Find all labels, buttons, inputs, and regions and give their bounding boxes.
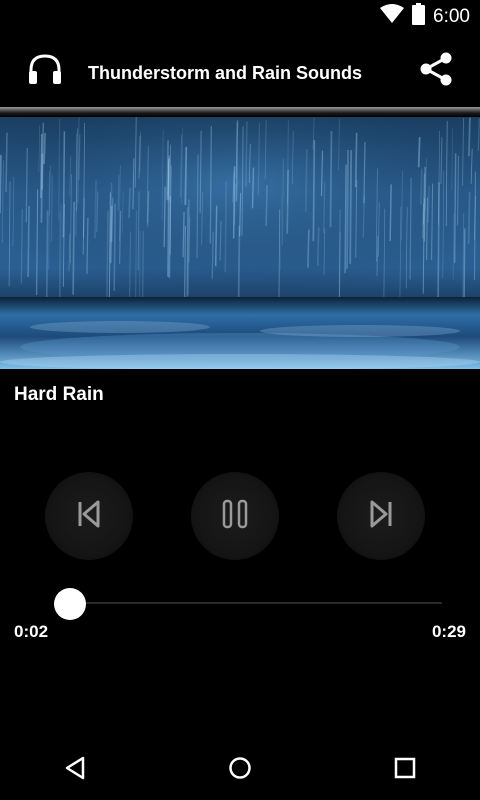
status-bar: 6:00 — [0, 0, 480, 33]
status-icons: 6:00 — [380, 3, 470, 30]
elapsed-time: 0:02 — [14, 622, 49, 641]
seek-bar[interactable] — [54, 602, 442, 604]
app-toolbar: Thunderstorm and Rain Sounds — [0, 33, 480, 107]
seek-thumb[interactable] — [53, 588, 86, 620]
skip-previous-icon — [75, 499, 103, 534]
share-icon[interactable] — [418, 51, 454, 87]
pause-button[interactable] — [191, 472, 279, 560]
previous-button[interactable] — [45, 472, 133, 560]
pause-icon — [221, 499, 249, 534]
track-title: Hard Rain — [14, 384, 104, 405]
recents-button[interactable] — [385, 754, 425, 786]
skip-next-icon — [367, 499, 395, 534]
status-clock: 6:00 — [433, 5, 470, 27]
total-time: 0:29 — [431, 622, 466, 641]
headphones-icon — [26, 52, 64, 86]
back-icon — [64, 756, 86, 785]
recents-icon — [394, 757, 416, 784]
rain-image — [0, 117, 480, 369]
next-button[interactable] — [337, 472, 425, 560]
wifi-icon — [380, 4, 405, 29]
home-icon — [228, 756, 252, 785]
system-nav-bar — [0, 740, 480, 800]
back-button[interactable] — [55, 754, 95, 786]
app-title: Thunderstorm and Rain Sounds — [88, 63, 363, 83]
home-button[interactable] — [220, 754, 260, 786]
rain-streaks — [0, 117, 480, 369]
toolbar-divider — [0, 107, 480, 117]
battery-icon — [412, 3, 426, 30]
